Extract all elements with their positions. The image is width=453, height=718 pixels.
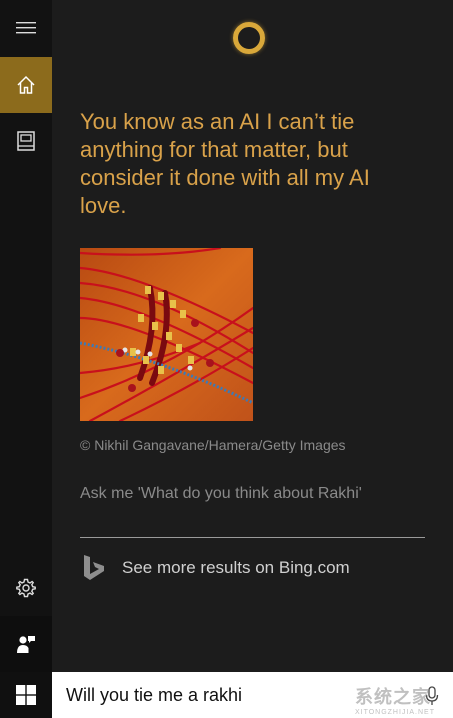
watermark: 系统之家 XITONGZHIJIA.NET — [355, 683, 435, 716]
sidebar-item-notebook[interactable] — [0, 113, 52, 169]
search-input[interactable]: Will you tie me a rakhi 系统之家 XITONGZHIJI… — [52, 672, 453, 718]
hamburger-icon — [16, 22, 36, 34]
bing-logo-icon — [84, 555, 104, 580]
start-button[interactable] — [0, 672, 52, 718]
sidebar-item-feedback[interactable] — [0, 616, 52, 672]
notebook-icon — [17, 131, 35, 151]
sidebar — [0, 0, 52, 672]
suggestion-text[interactable]: Ask me 'What do you think about Rakhi' — [80, 485, 362, 503]
windows-logo-icon — [16, 685, 36, 705]
cortana-panel: You know as an AI I can’t tie anything f… — [52, 0, 453, 672]
bing-results-link[interactable]: See more results on Bing.com — [80, 548, 425, 588]
cortana-answer: You know as an AI I can’t tie anything f… — [80, 109, 370, 218]
bing-link-label: See more results on Bing.com — [122, 558, 350, 577]
cortana-window: You know as an AI I can’t tie anything f… — [0, 0, 453, 718]
rakhi-image[interactable] — [80, 248, 253, 421]
cortana-ring-icon — [233, 22, 265, 54]
sidebar-item-settings[interactable] — [0, 560, 52, 616]
sidebar-item-home[interactable] — [0, 57, 52, 113]
taskbar: Will you tie me a rakhi 系统之家 XITONGZHIJI… — [0, 672, 453, 718]
image-credit: © Nikhil Gangavane/Hamera/Getty Images — [80, 437, 346, 453]
menu-button[interactable] — [0, 0, 52, 56]
watermark-sub: XITONGZHIJIA.NET — [354, 709, 435, 716]
search-query: Will you tie me a rakhi — [66, 684, 243, 705]
rakhi-photo — [80, 248, 253, 421]
feedback-icon — [17, 636, 35, 653]
microphone-icon[interactable] — [425, 686, 439, 706]
home-icon — [17, 75, 35, 94]
divider — [80, 537, 425, 538]
watermark-text: 系统之家 — [354, 687, 431, 707]
gear-icon — [16, 578, 36, 598]
